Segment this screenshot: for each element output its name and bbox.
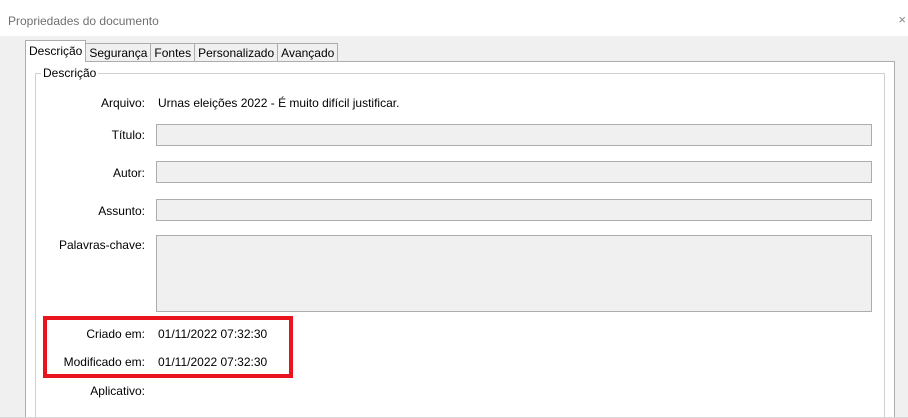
titulo-label: Título: (111, 128, 145, 142)
tab-seguranca[interactable]: Segurança (85, 43, 152, 62)
assunto-label: Assunto: (98, 204, 145, 218)
tab-fontes[interactable]: Fontes (150, 43, 196, 62)
titulo-field[interactable] (156, 124, 872, 146)
title-bar: Propriedades do documento × (0, 0, 908, 36)
autor-field[interactable] (156, 161, 872, 183)
tab-avancado[interactable]: Avançado (277, 43, 339, 62)
assunto-field[interactable] (156, 199, 872, 221)
palavras-chave-field[interactable] (156, 235, 872, 312)
arquivo-label: Arquivo: (100, 96, 145, 110)
red-highlight-box (43, 316, 293, 378)
arquivo-value: Urnas eleições 2022 - É muito difícil ju… (158, 96, 400, 110)
palavras-chave-label: Palavras-chave: (58, 238, 145, 252)
document-properties-dialog: Propriedades do documento × Descrição Se… (0, 0, 908, 418)
close-icon[interactable]: × (898, 12, 906, 27)
aplicativo-label: Aplicativo: (90, 384, 145, 398)
group-legend: Descrição (41, 66, 99, 80)
autor-label: Autor: (112, 166, 145, 180)
window-title: Propriedades do documento (8, 14, 159, 28)
tab-descricao[interactable]: Descrição (25, 40, 87, 62)
tab-personalizado[interactable]: Personalizado (194, 43, 279, 62)
tab-bar: Descrição Segurança Fontes Personalizado… (25, 40, 339, 62)
